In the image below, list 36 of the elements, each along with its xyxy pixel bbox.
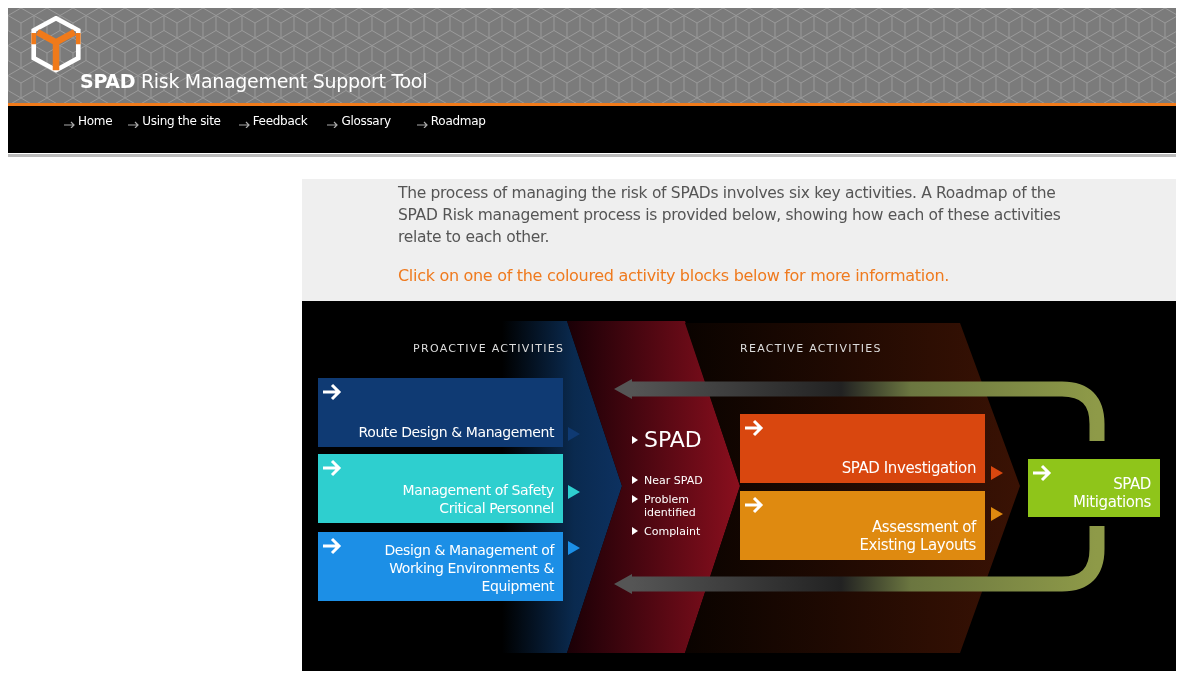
nav-link[interactable]: Glossary [327, 114, 391, 128]
triangle-icon [568, 427, 580, 441]
arrow-icon [238, 120, 251, 128]
arrow-icon [64, 120, 76, 128]
arrow-icon [1032, 464, 1052, 482]
triangle-icon [991, 507, 1003, 521]
triangle-icon [632, 495, 638, 503]
instruction-text: Click on one of the coloured activity blocks below for more information. [398, 266, 950, 285]
intro-paragraph: The process of managing the risk of SPADs involves six key activities. A Roadmap of the SPAD Risk management process is provided below, showing how each of these activities relate to each other. [398, 183, 1062, 248]
arrow-icon [322, 537, 342, 555]
activity-block[interactable]: SPAD Investigation [740, 414, 985, 483]
arrow-icon [744, 419, 764, 437]
arrow-icon [322, 383, 342, 401]
nav-link[interactable]: Home [64, 114, 113, 128]
arrow-icon [327, 120, 340, 128]
nav-link[interactable]: Using the site [128, 114, 221, 128]
triangle-icon [568, 485, 580, 499]
triangle-icon [568, 541, 580, 555]
section-label: REACTIVE ACTIVITIES [740, 342, 882, 355]
triangle-icon [991, 466, 1003, 480]
spad-type-item: Complaint [644, 525, 701, 538]
arrow-icon [416, 120, 429, 128]
spad-type-item: Problem identified [644, 493, 697, 519]
arrow-icon [128, 120, 141, 128]
activity-block[interactable]: Route Design & Management [318, 378, 563, 447]
section-label: PROACTIVE ACTIVITIES [413, 342, 565, 355]
spad-title: SPAD [644, 427, 702, 452]
triangle-icon [632, 527, 638, 535]
triangle-icon [632, 476, 638, 484]
arrow-icon [322, 459, 342, 477]
arrow-icon [744, 496, 764, 514]
nav-link[interactable]: Feedback [238, 114, 308, 128]
triangle-icon [632, 435, 638, 444]
site-title: SPAD Risk Management Support Tool [80, 70, 428, 92]
spad-type-item: Near SPAD [644, 474, 703, 487]
nav-link[interactable]: Roadmap [416, 114, 486, 128]
